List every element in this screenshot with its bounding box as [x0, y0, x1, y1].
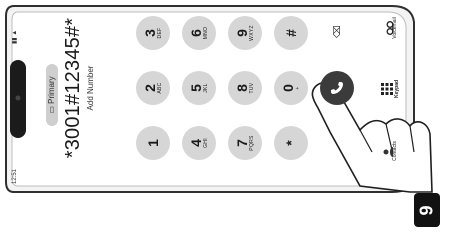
voicemail-icon[interactable] — [381, 21, 394, 35]
key-letters: DEF — [157, 27, 163, 39]
line-selector[interactable]: ▭ Primary — [46, 64, 58, 126]
key-5[interactable]: 5 JKL — [182, 71, 216, 105]
key-digit: 3 — [142, 29, 158, 37]
dialer-screen: ▭ Primary *3001#12345#* Add Number 1 2 AB… — [28, 0, 428, 188]
key-letters: WXYZ — [249, 25, 255, 41]
key-1[interactable]: 1 — [136, 126, 170, 160]
key-letters: PQRS — [249, 135, 255, 151]
key-6[interactable]: 6 MNO — [182, 16, 216, 50]
backspace-icon[interactable]: ⌫ — [332, 25, 342, 38]
keypad-icon[interactable] — [380, 83, 393, 95]
svg-text:12:51: 12:51 — [12, 168, 18, 184]
phone-icon — [331, 82, 343, 94]
contacts-icon[interactable] — [380, 144, 393, 158]
key-0[interactable]: 0 + — [274, 71, 308, 105]
key-2[interactable]: 2 ABC — [136, 71, 170, 105]
tab-voicemail[interactable]: Voicemail — [392, 8, 398, 48]
key-9[interactable]: 9 WXYZ — [228, 16, 262, 50]
key-digit: 1 — [145, 139, 161, 147]
step-number-badge: 9 — [414, 193, 440, 227]
key-8[interactable]: 8 TUV — [228, 71, 262, 105]
add-number-link[interactable]: Add Number — [86, 0, 95, 188]
step-number: 9 — [416, 204, 437, 216]
call-button[interactable] — [320, 71, 354, 105]
key-letters: ABC — [157, 82, 163, 94]
key-letters: + — [295, 86, 301, 90]
svg-text:▮▮ ▲: ▮▮ ▲ — [12, 30, 18, 44]
key-digit: 8 — [234, 84, 250, 92]
key-letters: TUV — [249, 82, 255, 94]
key-digit: * — [283, 140, 299, 146]
key-digit: 5 — [188, 84, 204, 92]
key-digit: 7 — [234, 139, 250, 147]
key-digit: 9 — [234, 29, 250, 37]
tab-contacts[interactable]: Contacts — [392, 131, 398, 171]
key-4[interactable]: 4 GHI — [182, 126, 216, 160]
key-letters: MNO — [203, 26, 209, 40]
key-3[interactable]: 3 DEF — [136, 16, 170, 50]
front-camera-icon — [15, 95, 21, 101]
key-digit: # — [283, 29, 299, 37]
line-label: Primary — [47, 76, 56, 104]
key-digit: 2 — [142, 84, 158, 92]
tab-keypad[interactable]: Keypad — [394, 69, 400, 109]
key-digit: 0 — [280, 84, 296, 92]
key-letters: JKL — [203, 83, 209, 93]
key-hash[interactable]: # — [274, 16, 308, 50]
key-7[interactable]: 7 PQRS — [228, 126, 262, 160]
dialed-number: *3001#12345#* — [62, 17, 84, 159]
key-digit: 4 — [188, 139, 204, 147]
key-letters: GHI — [203, 138, 209, 148]
key-digit: 6 — [188, 29, 204, 37]
key-star[interactable]: * — [274, 126, 308, 160]
